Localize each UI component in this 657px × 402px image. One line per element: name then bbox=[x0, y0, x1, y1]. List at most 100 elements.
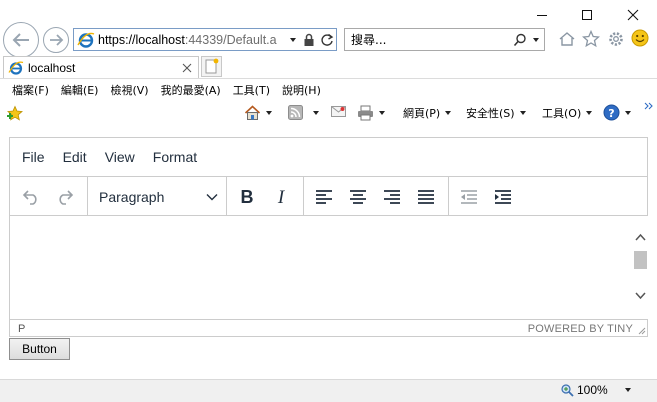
page-button[interactable]: Button bbox=[9, 338, 70, 360]
rss-feed-icon bbox=[288, 105, 303, 120]
bold-button[interactable]: B bbox=[232, 182, 262, 212]
menu-view[interactable]: 檢視(V) bbox=[104, 82, 154, 98]
scrollbar-thumb[interactable] bbox=[634, 251, 647, 269]
maximize-button[interactable] bbox=[564, 0, 610, 30]
redo-button[interactable] bbox=[50, 182, 80, 212]
refresh-icon[interactable] bbox=[320, 33, 334, 47]
printer-icon bbox=[358, 105, 373, 121]
italic-button[interactable]: I bbox=[266, 182, 296, 212]
gear-icon[interactable] bbox=[607, 30, 625, 48]
editor-menu-format[interactable]: Format bbox=[144, 149, 206, 165]
align-right-button[interactable] bbox=[377, 182, 407, 212]
toolbar-divider bbox=[448, 177, 449, 216]
align-center-button[interactable] bbox=[343, 182, 373, 212]
home-dropdown-button[interactable] bbox=[244, 105, 272, 121]
browser-status-bar: 100% bbox=[0, 379, 657, 402]
help-dropdown-button[interactable]: ? bbox=[603, 104, 631, 121]
maximize-icon bbox=[582, 10, 592, 20]
resize-handle-icon[interactable] bbox=[636, 325, 646, 335]
undo-icon bbox=[22, 190, 37, 205]
search-dropdown-icon[interactable] bbox=[533, 37, 539, 42]
bold-icon: B bbox=[241, 188, 254, 206]
rich-text-editor: File Edit View Format Paragraph B I P PO… bbox=[9, 137, 649, 337]
ie-tab-icon bbox=[8, 61, 24, 75]
close-icon bbox=[627, 9, 639, 21]
indent-button[interactable] bbox=[488, 182, 518, 212]
tools-menu-button[interactable]: 工具(O) bbox=[542, 105, 593, 121]
tab-localhost[interactable]: localhost bbox=[3, 56, 199, 78]
powered-by-tiny-link[interactable]: POWERED BY TINY bbox=[528, 323, 633, 335]
print-dropdown-button[interactable] bbox=[357, 105, 385, 121]
block-format-value: Paragraph bbox=[99, 189, 165, 205]
scroll-up-icon[interactable] bbox=[635, 233, 646, 241]
toolbar-divider bbox=[226, 177, 227, 216]
menu-bar: 檔案(F) 編輯(E) 檢視(V) 我的最愛(A) 工具(T) 說明(H) bbox=[0, 78, 657, 100]
back-button[interactable] bbox=[3, 22, 39, 58]
menu-favorites[interactable]: 我的最愛(A) bbox=[155, 82, 227, 98]
address-bar[interactable]: https://localhost:44339/Default.a bbox=[73, 28, 337, 51]
block-format-select[interactable]: Paragraph bbox=[92, 182, 224, 212]
editor-menu-edit[interactable]: Edit bbox=[54, 149, 96, 165]
home-command-icon bbox=[244, 105, 261, 120]
forward-button[interactable] bbox=[43, 27, 69, 53]
svg-text:B: B bbox=[241, 188, 254, 206]
chevron-overflow-icon[interactable] bbox=[644, 101, 654, 111]
close-tab-icon[interactable] bbox=[182, 63, 192, 73]
add-favorites-bar-icon[interactable] bbox=[6, 105, 24, 122]
redo-icon bbox=[59, 190, 74, 205]
element-path[interactable]: P bbox=[18, 323, 25, 335]
smiley-feedback-icon[interactable] bbox=[631, 29, 649, 47]
italic-icon: I bbox=[277, 188, 286, 206]
menu-tools[interactable]: 工具(T) bbox=[227, 82, 276, 98]
editor-menu-file[interactable]: File bbox=[13, 149, 54, 165]
new-tab-icon bbox=[205, 58, 219, 74]
undo-button[interactable] bbox=[16, 182, 46, 212]
menu-help[interactable]: 說明(H) bbox=[276, 82, 327, 98]
editor-content-area[interactable] bbox=[10, 216, 649, 319]
page-menu-button[interactable]: 網頁(P) bbox=[403, 105, 452, 121]
menu-file[interactable]: 檔案(F) bbox=[6, 82, 55, 98]
ie-logo-icon bbox=[77, 32, 95, 48]
help-icon: ? bbox=[603, 104, 620, 121]
zoom-level: 100% bbox=[577, 383, 608, 397]
command-bar: 網頁(P) 安全性(S) 工具(O) ? bbox=[0, 101, 657, 127]
svg-text:?: ? bbox=[608, 107, 614, 120]
outdent-button[interactable] bbox=[454, 182, 484, 212]
justify-icon bbox=[418, 190, 434, 204]
menu-edit[interactable]: 編輯(E) bbox=[55, 82, 105, 98]
minimize-button[interactable] bbox=[519, 0, 565, 30]
align-center-icon bbox=[350, 190, 366, 204]
svg-text:I: I bbox=[277, 188, 286, 206]
chevron-down-icon bbox=[206, 194, 218, 201]
minimize-icon bbox=[537, 15, 547, 16]
url-dropdown-icon[interactable] bbox=[290, 37, 296, 42]
editor-menu-bar: File Edit View Format bbox=[10, 138, 647, 177]
tab-title: localhost bbox=[28, 60, 76, 75]
feeds-dropdown-button[interactable] bbox=[288, 105, 319, 120]
align-left-icon bbox=[316, 190, 332, 204]
align-left-button[interactable] bbox=[309, 182, 339, 212]
back-arrow-icon bbox=[12, 33, 29, 47]
scroll-down-icon[interactable] bbox=[635, 292, 646, 300]
close-window-button[interactable] bbox=[610, 0, 656, 30]
editor-toolbar: Paragraph B I bbox=[10, 177, 647, 216]
zoom-magnifier-icon bbox=[561, 383, 574, 397]
read-mail-button[interactable] bbox=[331, 105, 346, 117]
zoom-dropdown-icon[interactable] bbox=[624, 388, 631, 392]
search-input[interactable] bbox=[351, 32, 501, 47]
home-icon[interactable] bbox=[558, 31, 576, 47]
editor-status-bar: P POWERED BY TINY bbox=[10, 319, 647, 337]
mail-icon bbox=[331, 106, 346, 117]
editor-menu-view[interactable]: View bbox=[96, 149, 144, 165]
safety-menu-button[interactable]: 安全性(S) bbox=[466, 105, 526, 121]
justify-button[interactable] bbox=[411, 182, 441, 212]
align-right-icon bbox=[384, 190, 400, 204]
indent-icon bbox=[495, 190, 511, 204]
zoom-control[interactable]: 100% bbox=[561, 383, 631, 397]
editor-scrollbar[interactable] bbox=[632, 216, 649, 319]
search-icon[interactable] bbox=[513, 33, 527, 47]
lock-icon[interactable] bbox=[303, 33, 315, 47]
search-box[interactable] bbox=[344, 28, 545, 51]
new-tab-button[interactable] bbox=[201, 56, 222, 77]
favorites-star-icon[interactable] bbox=[582, 30, 600, 48]
